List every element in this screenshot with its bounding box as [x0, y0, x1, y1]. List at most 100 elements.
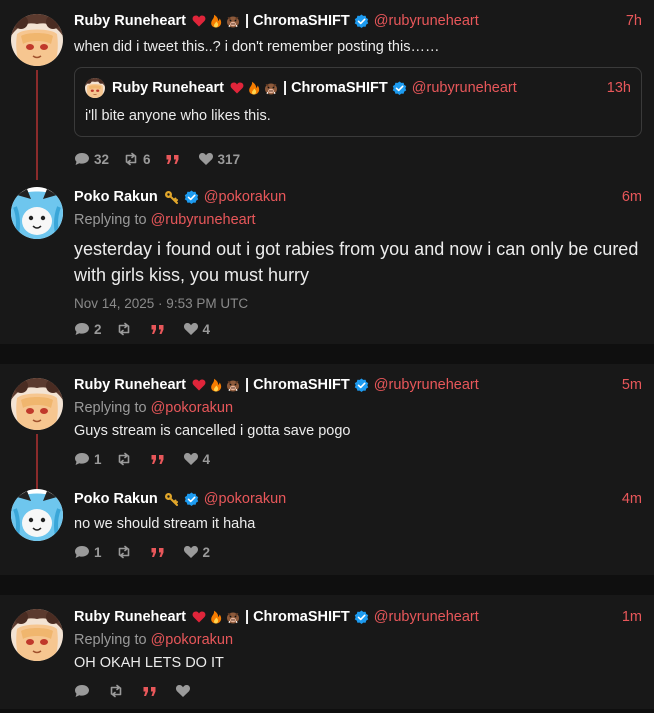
reply-button[interactable]: 2 [74, 321, 102, 337]
fire-emoji [211, 378, 222, 392]
verified-badge-icon [353, 377, 369, 393]
tweet-ruby-main[interactable]: Ruby Runeheart | ChromaSHIFT @rubyrunehe… [0, 0, 654, 181]
tweet-time[interactable]: 6m [622, 187, 642, 207]
tweet-time[interactable]: 5m [622, 375, 642, 395]
like-button[interactable]: 317 [198, 151, 241, 167]
reply-count: 1 [94, 451, 102, 467]
thread-2: Ruby Runeheart | ChromaSHIFT @rubyrunehe… [0, 364, 654, 575]
fire-emoji [249, 81, 260, 95]
replying-to-handle[interactable]: @pokorakun [151, 632, 233, 648]
tweet-stats: 1 2 [74, 544, 642, 574]
replying-to-handle[interactable]: @rubyruneheart [151, 212, 256, 228]
tweet-poko-reply[interactable]: Poko Rakun @pokorakun 4m no we should st… [0, 481, 654, 574]
quote-icon [151, 454, 164, 464]
quote-button[interactable] [150, 545, 169, 560]
heart-emoji [230, 82, 244, 94]
author-handle[interactable]: @pokorakun [204, 187, 286, 207]
avatar-ruby[interactable] [11, 609, 63, 661]
tweet-date[interactable]: Nov 14, 2025 · 9:53 PM UTC [74, 296, 642, 311]
quote-icon [151, 324, 164, 334]
retweet-button[interactable] [116, 451, 136, 467]
like-count: 317 [217, 151, 241, 167]
quote-button[interactable] [142, 684, 161, 699]
retweet-button[interactable] [116, 321, 136, 337]
replying-prefix: Replying to [74, 632, 151, 648]
retweet-icon [118, 322, 129, 336]
author-name[interactable]: Ruby Runeheart [74, 607, 186, 627]
quote-button[interactable] [150, 322, 169, 337]
retweet-button[interactable]: 6 [123, 151, 151, 167]
like-button[interactable]: 2 [183, 544, 210, 560]
author-name[interactable]: Ruby Runeheart [74, 11, 186, 31]
author-handle[interactable]: @rubyruneheart [374, 607, 479, 627]
tweet-time[interactable]: 1m [622, 607, 642, 627]
replying-prefix: Replying to [74, 212, 151, 228]
retweet-count: 6 [143, 151, 151, 167]
reply-button[interactable]: 1 [74, 451, 102, 467]
comment-icon [75, 453, 89, 465]
verified-badge-icon [353, 609, 369, 625]
reply-button[interactable] [74, 683, 94, 699]
tweet-header: Ruby Runeheart | ChromaSHIFT @rubyrunehe… [74, 607, 642, 627]
quote-header: Ruby Runeheart | ChromaSHIFT @rubyrunehe… [85, 78, 631, 98]
comment-icon [75, 546, 89, 558]
retweet-button[interactable] [116, 544, 136, 560]
author-handle[interactable]: @pokorakun [204, 489, 286, 509]
like-button[interactable] [175, 683, 195, 699]
tweet-ruby-main[interactable]: Ruby Runeheart | ChromaSHIFT @rubyrunehe… [0, 595, 654, 713]
replying-to: Replying to @pokorakun [74, 398, 642, 418]
retweet-icon [110, 684, 122, 698]
author-handle[interactable]: @rubyruneheart [374, 375, 479, 395]
comment-icon [75, 685, 89, 697]
like-icon [183, 453, 198, 465]
tweet-header: Poko Rakun @pokorakun 6m [74, 187, 642, 207]
author-name[interactable]: Poko Rakun [74, 187, 158, 207]
heart-emoji [192, 611, 206, 623]
author-handle[interactable]: @rubyruneheart [374, 11, 479, 31]
avatar-ruby[interactable] [11, 14, 63, 66]
reply-count: 2 [94, 321, 102, 337]
tweet-text: when did i tweet this..? i don't remembe… [74, 39, 440, 55]
quote-author-name-suffix: | ChromaSHIFT [283, 80, 388, 96]
author-name[interactable]: Poko Rakun [74, 489, 158, 509]
like-icon [183, 323, 198, 335]
reply-button[interactable]: 32 [74, 151, 109, 167]
retweet-button[interactable] [108, 683, 128, 699]
tweet-time[interactable]: 7h [626, 11, 642, 31]
quoted-tweet[interactable]: Ruby Runeheart | ChromaSHIFT @rubyrunehe… [74, 67, 642, 137]
quote-author-handle: @rubyruneheart [411, 80, 517, 96]
quote-button[interactable] [165, 152, 184, 167]
fire-emoji [211, 14, 222, 28]
tweet-ruby-main[interactable]: Ruby Runeheart | ChromaSHIFT @rubyrunehe… [0, 364, 654, 481]
retweet-icon [118, 452, 129, 466]
tweet-header: Ruby Runeheart | ChromaSHIFT @rubyrunehe… [74, 11, 642, 31]
key-emoji [163, 492, 178, 506]
avatar-poko[interactable] [11, 489, 63, 541]
heart-emoji [192, 15, 206, 27]
replying-to: Replying to @pokorakun [74, 630, 642, 650]
author-name-suffix: | ChromaSHIFT [245, 13, 350, 29]
thread-separator [0, 575, 654, 595]
quote-button[interactable] [150, 452, 169, 467]
author-name-suffix: | ChromaSHIFT [245, 377, 350, 393]
like-button[interactable]: 4 [183, 321, 210, 337]
heart-emoji [192, 379, 206, 391]
author-name-suffix: | ChromaSHIFT [245, 609, 350, 625]
replying-to-handle[interactable]: @pokorakun [151, 400, 233, 416]
boar-emoji [226, 380, 240, 392]
tweet-text: yesterday i found out i got rabies from … [74, 239, 639, 285]
quote-icon [166, 154, 179, 164]
reply-button[interactable]: 1 [74, 544, 102, 560]
tweet-poko-reply[interactable]: Poko Rakun @pokorakun 6m Replying to @ru… [0, 181, 654, 351]
like-button[interactable]: 4 [183, 451, 210, 467]
like-icon [198, 153, 213, 165]
avatar-ruby[interactable] [11, 378, 63, 430]
avatar-poko[interactable] [11, 187, 63, 239]
tweet-time[interactable]: 4m [622, 489, 642, 509]
tweet-text: OH OKAH LETS DO IT [74, 655, 224, 671]
verified-badge-icon [391, 80, 407, 96]
quote-author-name: Ruby Runeheart [112, 80, 224, 96]
key-emoji [163, 190, 178, 204]
author-name[interactable]: Ruby Runeheart [74, 375, 186, 395]
thread-1: Ruby Runeheart | ChromaSHIFT @rubyrunehe… [0, 0, 654, 344]
